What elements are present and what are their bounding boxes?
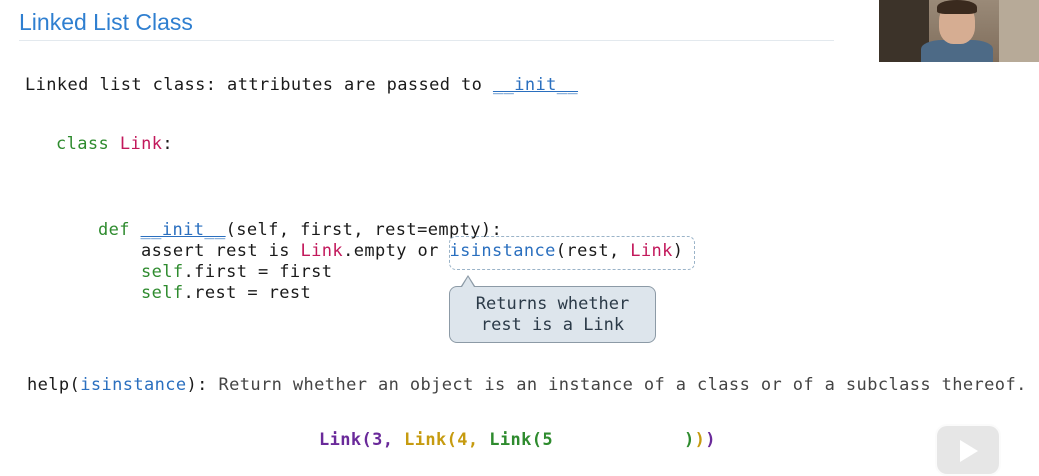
example-link-3: Link(3, xyxy=(319,430,405,450)
class-declaration: class Link: xyxy=(56,134,173,154)
example-link-4: Link(4, xyxy=(404,430,490,450)
class-name: Link xyxy=(119,134,163,154)
isinstance-highlight xyxy=(449,236,695,270)
first-self: self xyxy=(141,262,184,282)
title-divider xyxy=(19,40,834,41)
help-line: help(isinstance): Return whether an obje… xyxy=(27,375,1027,395)
first-rest: .first = first xyxy=(183,262,333,282)
isinstance-tooltip: Returns whether rest is a Link xyxy=(449,286,656,343)
example-link-5: Link(5 xyxy=(489,430,553,450)
def-name: __init__ xyxy=(140,220,226,240)
assert-prefix: assert rest is xyxy=(141,241,301,261)
assert-link: Link xyxy=(300,241,344,261)
class-keyword: class xyxy=(56,134,120,154)
intro-init: __init__ xyxy=(492,75,579,95)
presenter-hair xyxy=(937,0,977,14)
help-close: ): xyxy=(186,375,208,395)
def-line: def __init__(self, first, rest=empty): xyxy=(98,220,502,240)
tooltip-line2: rest is a Link xyxy=(480,315,625,335)
intro-line: Linked list class: attributes are passed… xyxy=(25,75,578,95)
first-assign-line: self.first = first xyxy=(141,262,332,282)
tooltip-arrow-fill xyxy=(462,277,474,287)
example-closing-parens: ))) xyxy=(684,430,716,450)
help-open: ( xyxy=(69,375,81,395)
video-background-right xyxy=(999,0,1039,62)
help-desc: Return whether an object is an instance … xyxy=(207,375,1027,395)
def-keyword: def xyxy=(98,220,141,240)
intro-text: Linked list class: attributes are passed… xyxy=(25,75,493,95)
close-paren-2: ) xyxy=(694,430,706,450)
play-button[interactable] xyxy=(935,424,1001,476)
class-colon: : xyxy=(162,134,173,154)
rest-assign-line: self.rest = rest xyxy=(141,283,311,303)
slide-title: Linked List Class xyxy=(19,9,193,35)
rest-rest: .rest = rest xyxy=(183,283,312,303)
help-arg: isinstance xyxy=(80,375,187,395)
tooltip-line1: Returns whether xyxy=(475,294,630,314)
help-fn: help xyxy=(27,375,70,395)
rest-self: self xyxy=(141,283,184,303)
presenter-video xyxy=(879,0,1039,62)
assert-mid: .empty or xyxy=(343,241,450,261)
example-expression: Link(3, Link(4, Link(5 xyxy=(319,430,553,450)
close-paren-1: ) xyxy=(684,430,695,450)
play-icon xyxy=(960,440,978,462)
close-paren-3: ) xyxy=(705,430,716,450)
